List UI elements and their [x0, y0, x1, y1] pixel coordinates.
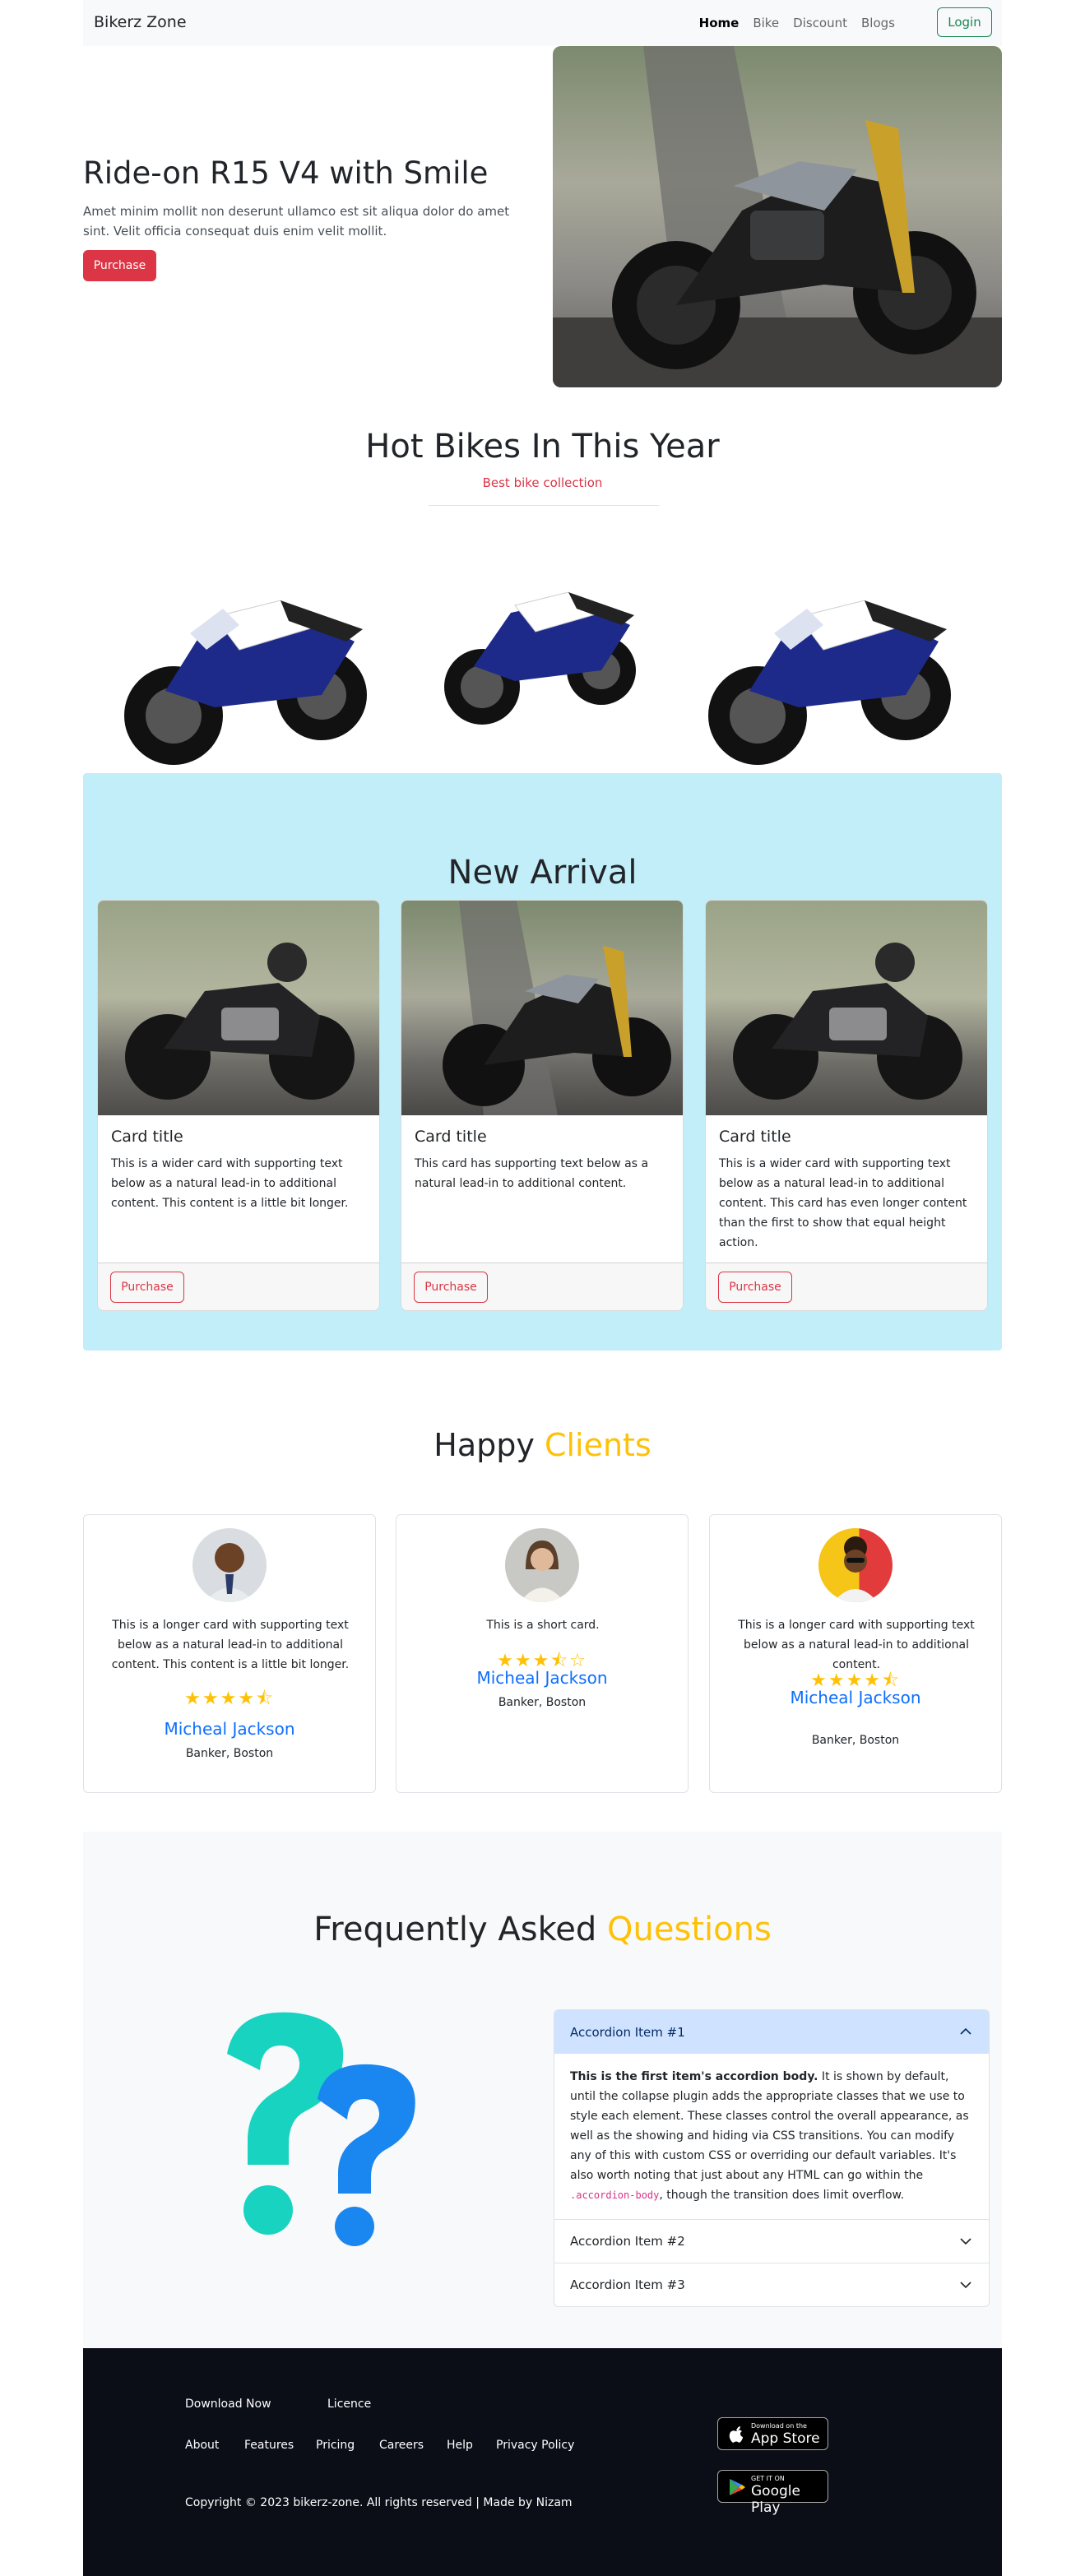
client-name[interactable]: Micheal Jackson [396, 1668, 688, 1688]
chevron-up-icon [960, 2027, 971, 2035]
card-title: Card title [719, 1128, 791, 1146]
hot-bikes-subtitle: Best bike collection [482, 475, 603, 490]
chevron-down-icon [960, 2282, 971, 2289]
client-name[interactable]: Micheal Jackson [710, 1688, 1001, 1707]
chevron-down-icon [960, 2238, 971, 2245]
star-rating: ★★★★⯪ [184, 1689, 275, 1709]
clients-title: Happy Clients [83, 1427, 1002, 1463]
testimonial-card: This is a longer card with supporting te… [709, 1514, 1002, 1793]
footer-link-pricing[interactable]: Pricing [316, 2439, 355, 2452]
bike-image-2 [444, 591, 636, 725]
accordion-item-label: Accordion Item #3 [570, 2277, 685, 2292]
card-title: Card title [111, 1128, 183, 1146]
accordion-item-label: Accordion Item #1 [570, 2024, 685, 2040]
faq-title-accent: Questions [607, 1911, 772, 1948]
google-play-icon [730, 2479, 745, 2495]
hot-bikes-section: Hot Bikes In This Year Best bike collect… [83, 0, 1002, 773]
avatar [505, 1528, 579, 1602]
testimonial-text: This is a short card. [486, 1619, 600, 1632]
avatar [192, 1528, 267, 1602]
card-footer: Purchase [98, 1263, 379, 1310]
accordion-item-1-button[interactable]: Accordion Item #1 [554, 2010, 989, 2054]
card-text: This is a wider card with supporting tex… [111, 1157, 349, 1210]
star-rating: ★★★⯪☆ [497, 1651, 587, 1671]
app-store-big-text: App Store [751, 2430, 820, 2447]
accordion-body-code: .accordion-body [570, 2189, 660, 2201]
accordion-item-label: Accordion Item #2 [570, 2234, 685, 2249]
accordion-body-text: It is shown by default, until the collap… [570, 2070, 969, 2182]
card-text: This is a wider card with supporting tex… [719, 1157, 967, 1249]
google-play-big-text: Google Play [751, 2483, 800, 2516]
star-rating: ★★★★⯪ [810, 1670, 901, 1691]
footer-link-careers[interactable]: Careers [379, 2439, 424, 2452]
testimonial-text: This is a longer card with supporting te… [738, 1619, 975, 1671]
clients-title-accent: Clients [544, 1427, 651, 1463]
footer-link-features[interactable]: Features [244, 2439, 294, 2452]
faq-accordion: Accordion Item #1 This is the first item… [554, 2009, 990, 2307]
footer-link-download[interactable]: Download Now [185, 2398, 271, 2411]
clients-title-main: Happy [434, 1427, 535, 1463]
card-purchase-button[interactable]: Purchase [110, 1272, 184, 1303]
client-role: Banker, Boston [811, 1734, 900, 1747]
accordion-body-strong: This is the first item's accordion body. [570, 2070, 818, 2083]
new-arrival-section: New Arrival Card title This is a wider c… [83, 773, 1002, 1351]
card-footer: Purchase [706, 1263, 987, 1310]
testimonial-card: This is a short card. ★★★⯪☆ Micheal Jack… [396, 1514, 689, 1793]
client-role: Banker, Boston [185, 1747, 274, 1760]
product-card: Card title This card has supporting text… [401, 900, 684, 1311]
card-bike-image [98, 901, 379, 1115]
accordion-item-2-button[interactable]: Accordion Item #2 [554, 2219, 989, 2263]
client-name[interactable]: Micheal Jackson [84, 1719, 375, 1739]
footer-link-help[interactable]: Help [447, 2439, 473, 2452]
app-store-button[interactable]: Download on the App Store [717, 2417, 828, 2450]
hot-bikes-title: Hot Bikes In This Year [365, 428, 720, 466]
faq-title: Frequently Asked Questions [83, 1911, 1002, 1948]
card-text: This card has supporting text below as a… [415, 1157, 649, 1190]
testimonial-card: This is a longer card with supporting te… [83, 1514, 376, 1793]
card-title: Card title [415, 1128, 487, 1146]
app-store-small-text: Download on the [751, 2422, 807, 2430]
card-footer: Purchase [401, 1263, 683, 1310]
google-play-small-text: GET IT ON [751, 2475, 785, 2482]
accordion-body: This is the first item's accordion body.… [554, 2054, 989, 2219]
avatar [818, 1528, 893, 1602]
product-card: Card title This is a wider card with sup… [705, 900, 988, 1311]
copyright-text: Copyright © 2023 bikerz-zone. All rights… [185, 2496, 573, 2509]
card-purchase-button[interactable]: Purchase [414, 1272, 488, 1303]
divider [429, 505, 659, 506]
testimonial-text: This is a longer card with supporting te… [111, 1619, 350, 1671]
faq-title-main: Frequently Asked [313, 1911, 597, 1948]
accordion-item-3-button[interactable]: Accordion Item #3 [554, 2263, 989, 2306]
product-card: Card title This is a wider card with sup… [97, 900, 380, 1311]
question-mark-illustration [227, 2012, 415, 2246]
footer-link-about[interactable]: About [185, 2439, 219, 2452]
footer: Download Now Licence About Features Pric… [83, 2348, 1002, 2576]
card-bike-image [706, 901, 987, 1115]
footer-link-licence[interactable]: Licence [327, 2398, 371, 2411]
accordion-body-tail: , though the transition does limit overf… [659, 2189, 905, 2202]
card-bike-image [401, 901, 683, 1115]
client-role: Banker, Boston [498, 1696, 587, 1709]
card-purchase-button[interactable]: Purchase [718, 1272, 792, 1303]
bike-image-3 [708, 600, 951, 765]
google-play-button[interactable]: GET IT ON Google Play [717, 2470, 828, 2516]
faq-section: Frequently Asked Questions Accordion Ite… [83, 1832, 1002, 2348]
bike-image-1 [124, 600, 367, 765]
apple-icon [729, 2426, 743, 2443]
footer-link-privacy[interactable]: Privacy Policy [496, 2439, 574, 2452]
new-arrival-title: New Arrival [447, 854, 638, 892]
